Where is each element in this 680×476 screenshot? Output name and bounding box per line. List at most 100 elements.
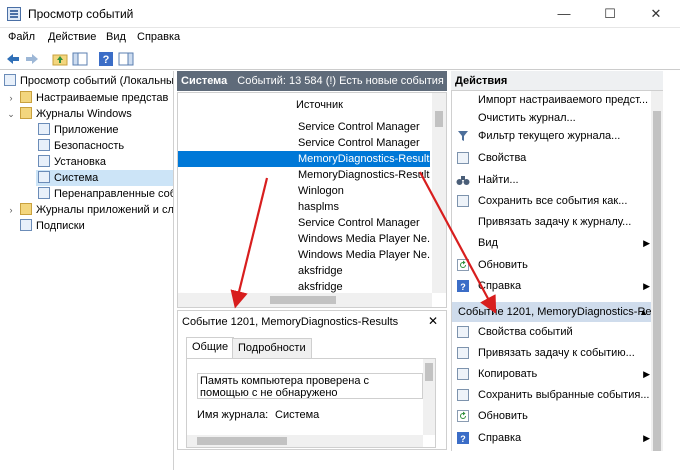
event-actions-section[interactable]: Событие 1201, MemoryDiagnostics-Re... ▲ [452,302,661,322]
scrollbar-thumb[interactable] [425,363,433,381]
log-name-value: Система [275,409,320,421]
action-refresh-event[interactable]: Обновить [452,407,652,425]
log-info: Событий: 13 584 (!) Есть новые события [237,75,444,87]
table-row[interactable]: aksfridge [178,263,430,279]
folder-up-icon[interactable] [52,51,68,67]
help-icon: ? [457,280,469,292]
tree-item-apps-services-logs[interactable]: Журналы приложений и сл [20,202,173,218]
show-hide-action-pane-icon[interactable] [118,51,134,67]
action-attach-task-to-event[interactable]: Привязать задачу к событию... [452,344,652,362]
log-header: Система Событий: 13 584 (!) Есть новые со… [177,71,447,91]
action-refresh[interactable]: Обновить [452,256,652,274]
collapse-triangle-icon[interactable]: ▲ [639,302,648,322]
table-row[interactable]: Service Control Manager [178,119,430,135]
log-icon [38,171,50,183]
event-detail-pane: Событие 1201, MemoryDiagnostics-Results … [177,310,447,450]
menu-action[interactable]: Действие [48,31,96,43]
action-view[interactable]: Вид ▶ [452,234,652,252]
action-attach-task-to-log[interactable]: Привязать задачу к журналу... [452,213,652,231]
event-list: Источник Service Control Manager Service… [177,92,447,308]
close-icon[interactable]: ✕ [428,314,438,328]
table-row[interactable]: Service Control Manager [178,135,430,151]
tree-item-custom-views[interactable]: Настраиваемые представ [20,90,168,106]
tree-item-setup[interactable]: Установка [38,154,106,170]
back-arrow-icon[interactable] [5,51,21,67]
table-row[interactable]: Winlogon [178,183,430,199]
help-icon[interactable]: ? [98,51,114,67]
action-copy[interactable]: Копировать ▶ [452,365,652,383]
action-clear-log[interactable]: Очистить журнал... [452,109,652,127]
menu-view[interactable]: Вид [106,31,126,43]
event-description: Память компьютера проверена с помощью с … [197,373,423,399]
tab-general[interactable]: Общие [186,337,235,358]
chevron-right-icon: ▶ [643,369,650,379]
show-hide-tree-icon[interactable] [72,51,88,67]
scrollbar-thumb[interactable] [197,437,287,445]
close-button[interactable]: ✕ [633,0,679,28]
chevron-right-icon[interactable]: › [6,93,16,103]
tree-item-windows-logs[interactable]: Журналы Windows [20,106,132,122]
menu-file[interactable]: Файл [8,31,35,43]
event-detail-title: Событие 1201, MemoryDiagnostics-Results [182,316,399,328]
action-help-event[interactable]: ? Справка ▶ [452,429,652,447]
save-icon [457,195,469,207]
scrollbar-thumb[interactable] [435,111,443,127]
chevron-right-icon: ▶ [643,281,650,291]
task-icon [457,347,469,359]
tree-item-system[interactable]: Система [36,170,173,186]
chevron-right-icon[interactable]: › [6,205,16,215]
maximize-button[interactable]: ☐ [587,0,633,28]
horizontal-scrollbar[interactable] [178,293,432,307]
folder-icon [20,107,32,119]
refresh-icon [457,259,469,271]
scrollbar-thumb[interactable] [653,111,661,451]
navigation-tree: Просмотр событий (Локальный › Настраивае… [0,71,174,470]
action-save-selected-events[interactable]: Сохранить выбранные события... [452,386,652,404]
save-icon [457,389,469,401]
tree-item-forwarded[interactable]: Перенаправленные соб [38,186,173,202]
table-row-selected[interactable]: MemoryDiagnostics-Results [178,151,430,167]
event-properties-icon [457,326,469,338]
table-row[interactable]: hasplms [178,199,430,215]
tree-item-root[interactable]: Просмотр событий (Локальный [4,73,173,89]
tab-details[interactable]: Подробности [232,338,312,358]
title-bar: Просмотр событий — ☐ ✕ [0,0,680,28]
tree-item-security[interactable]: Безопасность [38,138,124,154]
vertical-scrollbar[interactable] [651,91,663,451]
event-viewer-icon [7,7,21,21]
toolbar: ? [0,48,680,70]
event-viewer-icon [4,74,16,86]
subscriptions-icon [20,219,32,231]
log-name-label: Имя журнала: [197,409,269,421]
action-find[interactable]: Найти... [452,171,652,189]
chevron-right-icon: ▶ [643,238,650,248]
vertical-scrollbar[interactable] [432,93,446,293]
log-icon [38,123,50,135]
tree-item-subscriptions[interactable]: Подписки [20,218,85,234]
refresh-icon [457,410,469,422]
action-filter-log[interactable]: Фильтр текущего журнала... [452,127,652,145]
menu-help[interactable]: Справка [137,31,180,43]
minimize-button[interactable]: — [541,0,587,28]
table-row[interactable]: Service Control Manager [178,215,430,231]
folder-icon [20,203,32,215]
table-row[interactable]: MemoryDiagnostics-Results [178,167,430,183]
vertical-scrollbar[interactable] [423,359,435,435]
scrollbar-thumb[interactable] [270,296,336,304]
table-row[interactable]: Windows Media Player Ne... [178,247,430,263]
table-row[interactable]: Windows Media Player Ne... [178,231,430,247]
help-icon: ? [457,432,469,444]
column-header-source[interactable]: Источник [296,99,343,111]
binoculars-icon [456,176,470,185]
log-name: Система [181,75,228,87]
action-event-properties[interactable]: Свойства событий [452,323,652,341]
action-help[interactable]: ? Справка ▶ [452,277,652,295]
forward-arrow-icon[interactable] [24,51,40,67]
horizontal-scrollbar[interactable] [187,435,423,447]
chevron-down-icon[interactable]: ⌄ [6,109,16,120]
action-import-custom-view[interactable]: Импорт настраиваемого предст... [452,91,652,109]
tree-item-application[interactable]: Приложение [38,122,119,138]
action-properties[interactable]: Свойства [452,149,652,167]
properties-icon [457,152,469,164]
action-save-all-events[interactable]: Сохранить все события как... [452,192,652,210]
